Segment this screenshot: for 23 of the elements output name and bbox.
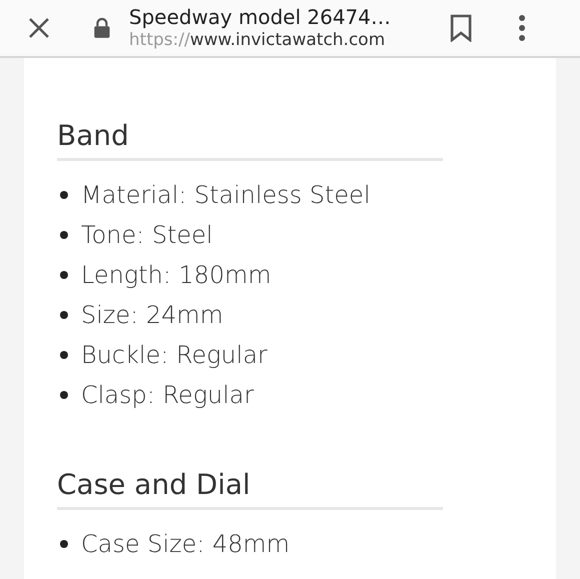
page-title: Speedway model 26474… <box>129 7 392 27</box>
spec-item: Size: 24mm <box>81 300 224 331</box>
lock-icon <box>93 17 111 39</box>
spec-item: Clasp: Regular <box>81 380 254 411</box>
spec-item: Case Size: 48mm <box>81 529 290 560</box>
spec-item: Buckle: Regular <box>81 340 268 371</box>
bullet-icon <box>60 540 68 548</box>
bullet-icon <box>60 351 68 359</box>
spec-item: Material: Stainless Steel <box>81 180 370 211</box>
bullet-icon <box>60 391 68 399</box>
section-heading: Band <box>57 118 130 154</box>
url-scheme: https:// <box>129 32 190 49</box>
close-icon[interactable] <box>27 16 51 40</box>
spec-item: Tone: Steel <box>81 220 213 251</box>
bullet-icon <box>60 191 68 199</box>
bullet-icon <box>60 271 68 279</box>
more-menu-icon[interactable] <box>518 15 526 41</box>
bookmark-icon[interactable] <box>449 14 473 42</box>
bullet-icon <box>60 311 68 319</box>
bullet-icon <box>60 231 68 239</box>
spec-item: Length: 180mm <box>81 260 272 291</box>
url-host: www.invictawatch.com <box>190 32 386 49</box>
section-heading: Case and Dial <box>57 467 252 503</box>
